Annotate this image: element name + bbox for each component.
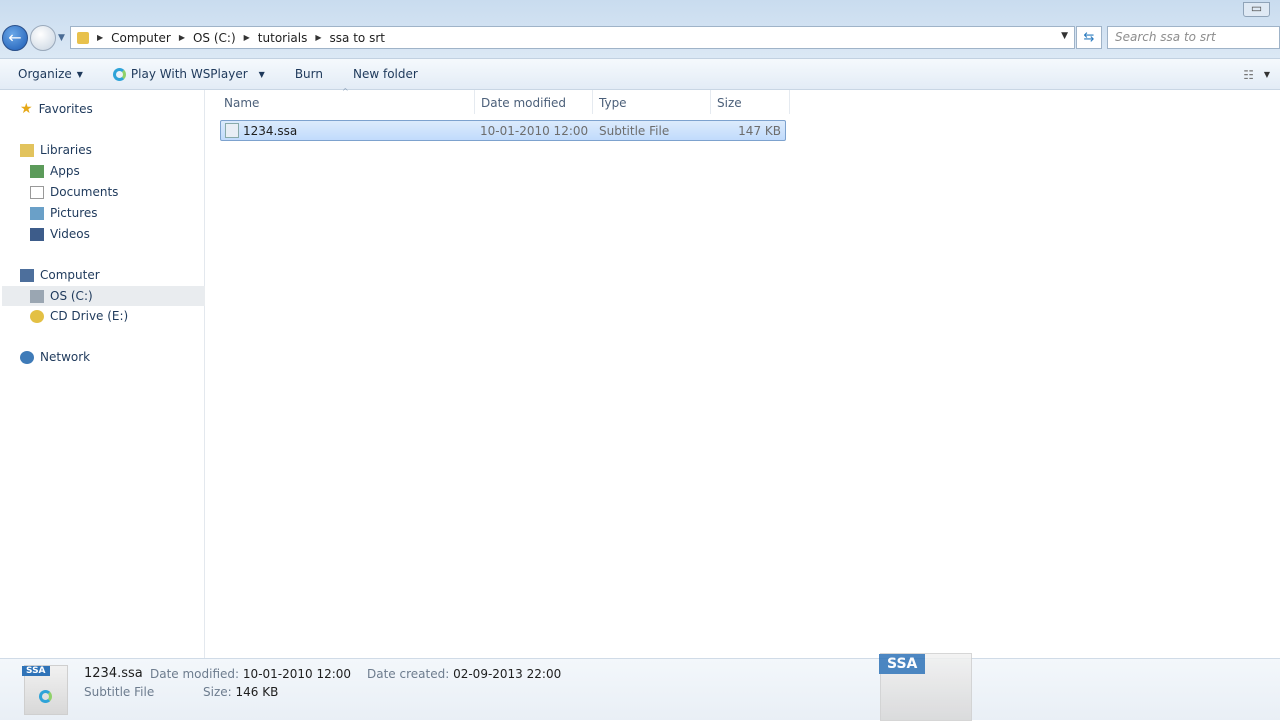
sidebar-item-computer[interactable]: Computer	[20, 268, 100, 282]
sidebar-item-favorites[interactable]: ★ Favorites	[20, 101, 93, 117]
refresh-icon: ⇆	[1083, 30, 1095, 45]
view-details-icon[interactable]: ☷	[1243, 68, 1254, 82]
sidebar-item-network[interactable]: Network	[20, 350, 90, 364]
file-list: ^ Name Date modified Type Size 1234.ssa …	[206, 87, 1280, 658]
file-size: 147 KB	[738, 124, 781, 138]
label: Documents	[50, 185, 119, 199]
minimize-button[interactable]: ▭	[1243, 2, 1270, 17]
chevron-down-icon: ▼	[258, 69, 265, 79]
folder-icon	[77, 31, 89, 44]
computer-icon	[20, 268, 34, 282]
chevron-down-icon: ▼	[76, 69, 83, 79]
label: Favorites	[38, 102, 93, 116]
details-pane: SSA 1234.ssa Subtitle File Date modified…	[0, 653, 1280, 721]
picture-icon	[30, 206, 44, 220]
wsplayer-icon	[39, 690, 52, 703]
chevron-right-icon[interactable]: ▶	[244, 33, 250, 42]
ssa-file-thumbnail: SSA	[22, 665, 68, 715]
label: OS (C:)	[50, 289, 93, 303]
cd-drive-icon	[30, 309, 44, 323]
file-date: 10-01-2010 12:00	[480, 124, 589, 138]
date-created-label: Date created:	[367, 667, 450, 681]
network-icon	[20, 350, 34, 364]
organize-button[interactable]: Organize ▼	[18, 67, 83, 81]
star-icon: ★	[20, 101, 33, 117]
title-bar: ▭ ← ▼ ▶ Computer ▶ OS (C:) ▶ tutorials ▶…	[0, 0, 1280, 58]
chevron-right-icon[interactable]: ▶	[315, 33, 321, 42]
column-divider[interactable]	[592, 90, 593, 114]
ssa-file-icon	[225, 123, 239, 138]
sidebar-item-os-c[interactable]: OS (C:)	[2, 286, 205, 306]
chevron-right-icon[interactable]: ▶	[97, 33, 103, 42]
details-type: Subtitle File	[84, 685, 155, 699]
details-name: 1234.ssa	[84, 666, 143, 681]
file-name: 1234.ssa	[243, 124, 298, 138]
breadcrumb-computer[interactable]: Computer	[111, 31, 171, 45]
column-divider[interactable]	[710, 90, 711, 114]
column-header-name[interactable]: Name	[224, 96, 259, 110]
date-modified-value: 10-01-2010 12:00	[242, 667, 352, 681]
drive-icon	[30, 289, 44, 303]
library-icon	[20, 143, 34, 157]
label: CD Drive (E:)	[50, 309, 129, 323]
video-icon	[30, 227, 44, 241]
organize-label: Organize	[18, 67, 72, 81]
forward-button[interactable]	[30, 25, 56, 51]
sidebar-item-libraries[interactable]: Libraries	[20, 143, 92, 157]
sidebar-item-apps[interactable]: Apps	[30, 164, 80, 178]
new-folder-button[interactable]: New folder	[353, 67, 418, 81]
label: Computer	[40, 268, 100, 282]
label: Libraries	[40, 143, 92, 157]
address-bar[interactable]: ▶ Computer ▶ OS (C:) ▶ tutorials ▶ ssa t…	[70, 26, 1075, 49]
view-dropdown[interactable]: ▼	[1264, 70, 1270, 79]
play-with-wsplayer-button[interactable]: Play With WSPlayer ▼	[112, 67, 265, 81]
size-label: Size:	[203, 685, 232, 699]
breadcrumb-current[interactable]: ssa to srt	[330, 31, 385, 45]
column-divider[interactable]	[789, 90, 790, 114]
chevron-right-icon[interactable]: ▶	[179, 33, 185, 42]
wsplayer-icon	[112, 67, 126, 81]
sidebar-item-documents[interactable]: Documents	[30, 185, 118, 199]
ssa-label: SSA	[22, 666, 50, 676]
refresh-button[interactable]: ⇆	[1076, 26, 1102, 49]
play-label: Play With WSPlayer	[130, 67, 248, 81]
dragged-file-icon[interactable]: SSA	[879, 653, 972, 721]
address-dropdown[interactable]: ▼	[1061, 31, 1068, 41]
date-created-value: 02-09-2013 22:00	[453, 667, 562, 681]
navigation-pane: ★ Favorites Libraries Apps Documents Pict…	[0, 90, 205, 658]
file-type: Subtitle File	[599, 124, 670, 138]
label: Network	[40, 350, 91, 364]
apps-icon	[30, 164, 44, 178]
sidebar-item-cd-drive[interactable]: CD Drive (E:)	[30, 309, 128, 323]
column-divider[interactable]	[474, 90, 475, 114]
sort-ascending-icon: ^	[342, 87, 349, 96]
label: Videos	[50, 227, 90, 241]
burn-button[interactable]: Burn	[295, 67, 323, 81]
column-header-size[interactable]: Size	[717, 96, 742, 110]
size-value: 146 KB	[235, 685, 279, 699]
label: Pictures	[50, 206, 98, 220]
drag-ssa-label: SSA	[879, 654, 926, 674]
document-icon	[30, 185, 44, 199]
sidebar-item-pictures[interactable]: Pictures	[30, 206, 98, 220]
recent-pages-dropdown[interactable]: ▼	[58, 33, 65, 43]
arrow-left-icon: ←	[8, 28, 22, 47]
search-input[interactable]: Search ssa to srt	[1107, 26, 1280, 49]
column-header-date[interactable]: Date modified	[481, 96, 566, 110]
command-bar: Organize ▼ Play With WSPlayer ▼ Burn New f…	[0, 58, 1280, 90]
breadcrumb-os[interactable]: OS (C:)	[193, 31, 236, 45]
label: Apps	[50, 164, 80, 178]
date-modified-label: Date modified:	[150, 667, 240, 681]
sidebar-item-videos[interactable]: Videos	[30, 227, 90, 241]
file-row[interactable]: 1234.ssa 10-01-2010 12:00 Subtitle File …	[220, 120, 786, 141]
breadcrumb-tutorials[interactable]: tutorials	[258, 31, 308, 45]
back-button[interactable]: ←	[2, 25, 28, 51]
column-header-type[interactable]: Type	[599, 96, 627, 110]
